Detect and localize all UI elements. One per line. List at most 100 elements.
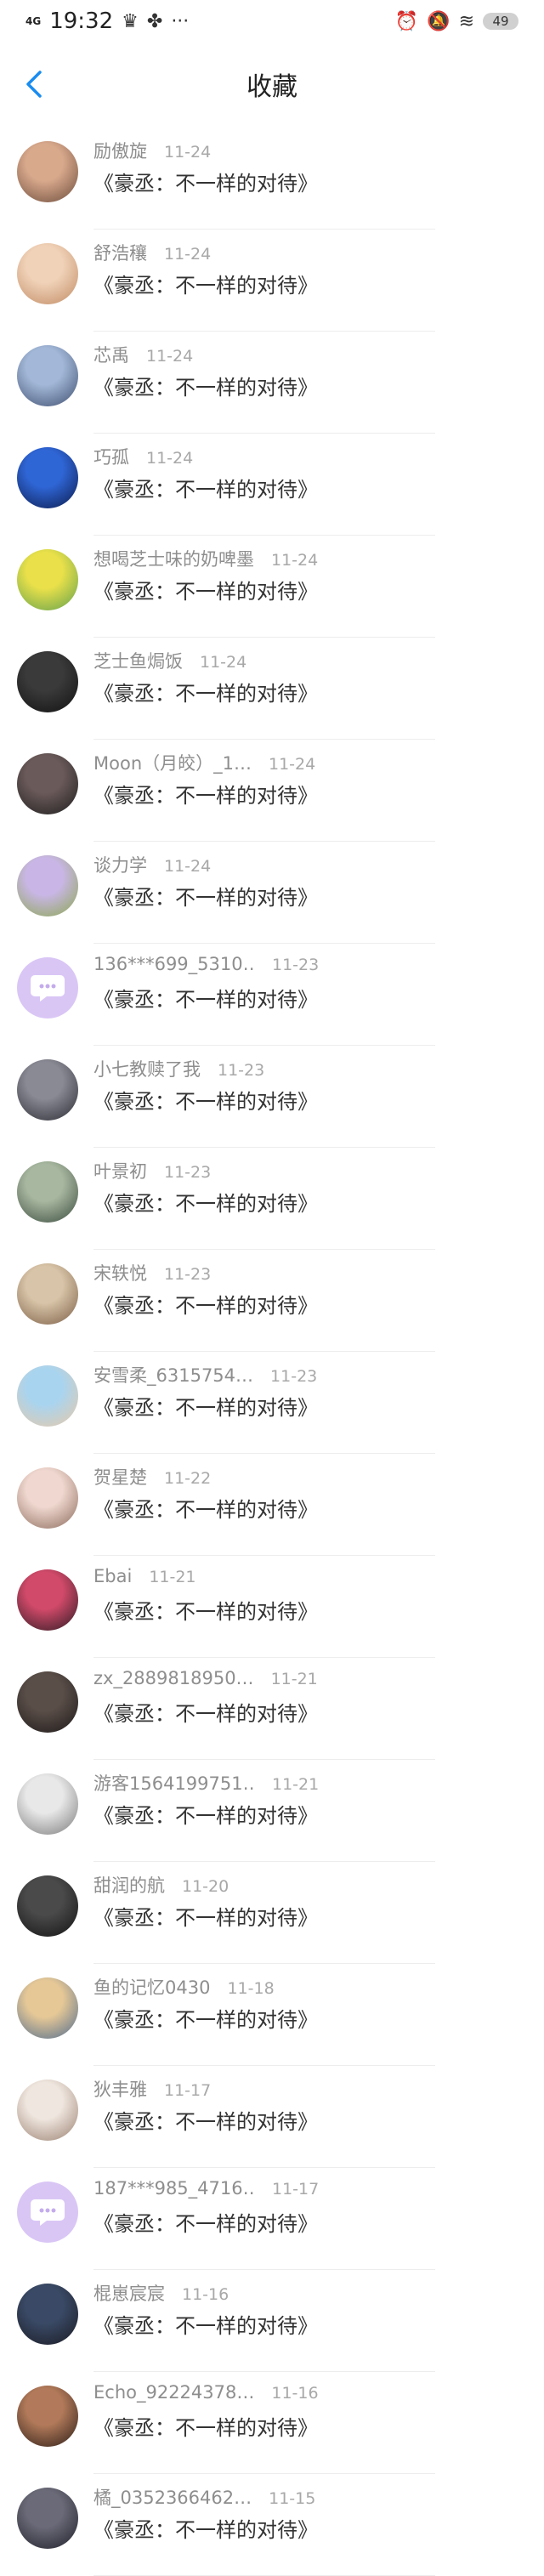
user-name: 安雪柔_6315754… xyxy=(94,1365,254,1386)
user-name: 棍崽宸宸 xyxy=(94,2284,165,2304)
list-item[interactable]: Moon（月皎）_1… 11-24 《豪丞：不一样的对待》 xyxy=(0,740,544,842)
user-name: 叶景初 xyxy=(94,1161,147,1182)
item-meta: Echo_92224378… 11-16 xyxy=(94,2382,319,2403)
book-title: 《豪丞：不一样的对待》 xyxy=(94,2314,318,2338)
item-meta: 励傲旋 11-24 xyxy=(94,138,211,163)
list-item[interactable]: 橘_0352366462… 11-15 《豪丞：不一样的对待》 xyxy=(0,2474,544,2576)
item-date: 11-22 xyxy=(164,1469,212,1488)
item-date: 11-24 xyxy=(164,245,212,264)
user-name: 187***985_4716… xyxy=(94,2178,255,2199)
avatar[interactable] xyxy=(17,1365,78,1427)
item-meta: 游客1564199751… 11-21 xyxy=(94,1770,319,1796)
list-item[interactable]: 励傲旋 11-24 《豪丞：不一样的对待》 xyxy=(0,128,544,230)
book-title: 《豪丞：不一样的对待》 xyxy=(94,2212,318,2236)
status-left: 4G 19:32 ♛ ✤ ··· xyxy=(26,9,189,34)
book-title: 《豪丞：不一样的对待》 xyxy=(94,2518,318,2542)
book-title: 《豪丞：不一样的对待》 xyxy=(94,1702,318,1726)
user-name: zx_2889818950… xyxy=(94,1668,254,1688)
list-item[interactable]: 舒浩穰 11-24 《豪丞：不一样的对待》 xyxy=(0,230,544,332)
user-name: 贺星楚 xyxy=(94,1467,147,1488)
list-item[interactable]: 187***985_4716… 11-17 《豪丞：不一样的对待》 xyxy=(0,2168,544,2270)
list-item[interactable]: 安雪柔_6315754… 11-23 《豪丞：不一样的对待》 xyxy=(0,1352,544,1454)
user-name: 舒浩穰 xyxy=(94,243,147,264)
list-item[interactable]: 小七教赎了我 11-23 《豪丞：不一样的对待》 xyxy=(0,1046,544,1148)
list-item[interactable]: zx_2889818950… 11-21 《豪丞：不一样的对待》 xyxy=(0,1658,544,1760)
book-title: 《豪丞：不一样的对待》 xyxy=(94,1192,318,1216)
battery-icon: 49 xyxy=(483,13,518,30)
item-meta: 甜润的航 11-20 xyxy=(94,1872,229,1898)
avatar[interactable] xyxy=(17,753,78,814)
avatar[interactable] xyxy=(17,141,78,202)
avatar[interactable] xyxy=(17,2386,78,2447)
list-item[interactable]: 宋轶悦 11-23 《豪丞：不一样的对待》 xyxy=(0,1250,544,1352)
default-avatar-icon[interactable] xyxy=(17,2182,78,2243)
list-item[interactable]: Ebai 11-21 《豪丞：不一样的对待》 xyxy=(0,1556,544,1658)
list-item[interactable]: 136***699_5310… 11-23 《豪丞：不一样的对待》 xyxy=(0,944,544,1046)
avatar[interactable] xyxy=(17,447,78,508)
item-date: 11-18 xyxy=(227,1979,275,1998)
list-item[interactable]: 游客1564199751… 11-21 《豪丞：不一样的对待》 xyxy=(0,1760,544,1862)
book-title: 《豪丞：不一样的对待》 xyxy=(94,1906,318,1930)
item-date: 11-24 xyxy=(164,143,212,162)
page-title: 收藏 xyxy=(246,72,298,102)
item-meta: 芯禹 11-24 xyxy=(94,342,193,367)
book-title: 《豪丞：不一样的对待》 xyxy=(94,274,318,298)
avatar[interactable] xyxy=(17,1875,78,1937)
list-item[interactable]: 想喝芝士味的奶啤墨 11-24 《豪丞：不一样的对待》 xyxy=(0,536,544,638)
avatar[interactable] xyxy=(17,2284,78,2345)
book-title: 《豪丞：不一样的对待》 xyxy=(94,1498,318,1522)
default-avatar-icon[interactable] xyxy=(17,957,78,1018)
list-item[interactable]: 叶景初 11-23 《豪丞：不一样的对待》 xyxy=(0,1148,544,1250)
avatar[interactable] xyxy=(17,1263,78,1325)
user-name: Ebai xyxy=(94,1566,133,1586)
book-title: 《豪丞：不一样的对待》 xyxy=(94,478,318,502)
list-item[interactable]: 谈力学 11-24 《豪丞：不一样的对待》 xyxy=(0,842,544,944)
item-meta: 宋轶悦 11-23 xyxy=(94,1260,211,1285)
avatar[interactable] xyxy=(17,2488,78,2549)
back-button[interactable] xyxy=(17,65,51,104)
user-name: 芝士鱼焗饭 xyxy=(94,651,183,672)
avatar[interactable] xyxy=(17,243,78,304)
avatar[interactable] xyxy=(17,2080,78,2141)
avatar[interactable] xyxy=(17,1569,78,1631)
list-item[interactable]: 鱼的记忆0430 11-18 《豪丞：不一样的对待》 xyxy=(0,1964,544,2066)
list-item[interactable]: 棍崽宸宸 11-16 《豪丞：不一样的对待》 xyxy=(0,2270,544,2372)
avatar[interactable] xyxy=(17,651,78,712)
book-title: 《豪丞：不一样的对待》 xyxy=(94,1294,318,1318)
avatar[interactable] xyxy=(17,1467,78,1529)
list-item[interactable]: 芝士鱼焗饭 11-24 《豪丞：不一样的对待》 xyxy=(0,638,544,740)
list-item[interactable]: 狄丰雅 11-17 《豪丞：不一样的对待》 xyxy=(0,2066,544,2168)
status-bar: 4G 19:32 ♛ ✤ ··· ⏰ 🔕 ≋ 49 xyxy=(0,0,544,43)
status-time: 19:32 xyxy=(49,9,114,34)
list-item[interactable]: 贺星楚 11-22 《豪丞：不一样的对待》 xyxy=(0,1454,544,1556)
item-meta: 叶景初 11-23 xyxy=(94,1158,211,1183)
list-item[interactable]: Echo_92224378… 11-16 《豪丞：不一样的对待》 xyxy=(0,2372,544,2474)
book-title: 《豪丞：不一样的对待》 xyxy=(94,1600,318,1624)
avatar[interactable] xyxy=(17,1161,78,1223)
avatar[interactable] xyxy=(17,1977,78,2039)
list-item[interactable]: 芯禹 11-24 《豪丞：不一样的对待》 xyxy=(0,332,544,434)
crown-icon: ♛ xyxy=(122,10,139,32)
item-meta: 舒浩穰 11-24 xyxy=(94,240,211,265)
avatar[interactable] xyxy=(17,1671,78,1733)
avatar[interactable] xyxy=(17,1773,78,1835)
item-date: 11-24 xyxy=(146,449,194,468)
item-meta: 狄丰雅 11-17 xyxy=(94,2076,211,2102)
list-item[interactable]: 甜润的航 11-20 《豪丞：不一样的对待》 xyxy=(0,1862,544,1964)
user-name: Moon（月皎）_1… xyxy=(94,753,252,774)
item-date: 11-20 xyxy=(182,1877,230,1896)
item-meta: 橘_0352366462… 11-15 xyxy=(94,2484,315,2510)
avatar[interactable] xyxy=(17,855,78,916)
item-meta: 安雪柔_6315754… 11-23 xyxy=(94,1362,317,1387)
book-title: 《豪丞：不一样的对待》 xyxy=(94,2008,318,2032)
list-item[interactable]: 巧孤 11-24 《豪丞：不一样的对待》 xyxy=(0,434,544,536)
item-meta: 贺星楚 11-22 xyxy=(94,1464,211,1489)
item-date: 11-23 xyxy=(272,956,320,974)
avatar[interactable] xyxy=(17,345,78,406)
item-date: 11-24 xyxy=(269,755,316,774)
item-date: 11-16 xyxy=(271,2384,319,2403)
favorites-list: 励傲旋 11-24 《豪丞：不一样的对待》 舒浩穰 11-24 《豪丞：不一样的对待》 芯禹… xyxy=(0,128,544,2576)
avatar[interactable] xyxy=(17,1059,78,1121)
item-date: 11-21 xyxy=(272,1775,320,1794)
avatar[interactable] xyxy=(17,549,78,610)
